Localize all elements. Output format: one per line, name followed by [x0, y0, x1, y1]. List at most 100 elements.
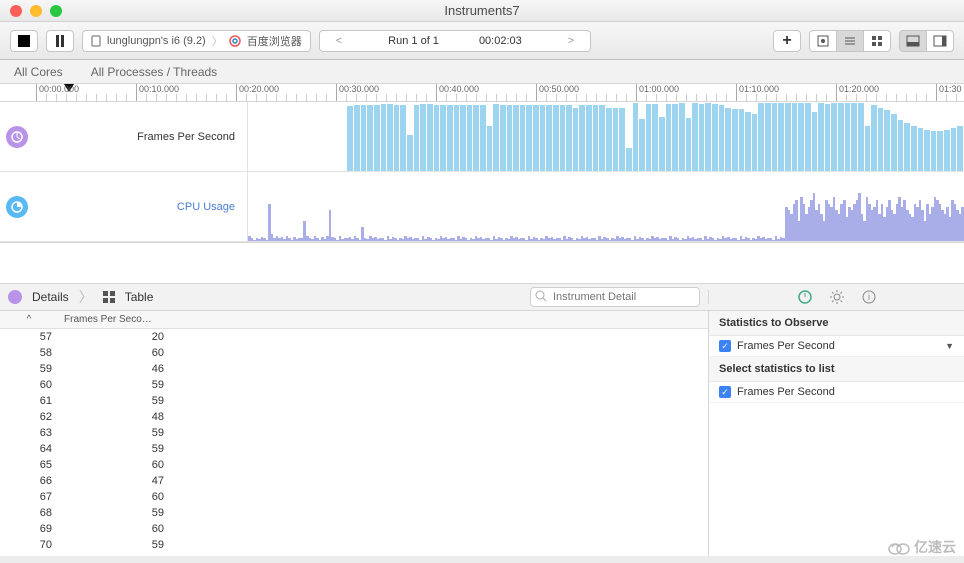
row-index: 60: [0, 379, 58, 391]
prev-run-icon[interactable]: <: [330, 35, 348, 47]
next-run-icon[interactable]: >: [562, 35, 580, 47]
row-value: 46: [58, 363, 170, 375]
observe-fps-row[interactable]: ✓ Frames Per Second ▼: [709, 336, 964, 357]
close-window-button[interactable]: [10, 5, 22, 17]
app-icon: [229, 35, 241, 47]
cores-filter[interactable]: All Cores: [14, 65, 63, 79]
row-value: 59: [58, 379, 170, 391]
view-detail-button[interactable]: [899, 30, 927, 52]
table-row[interactable]: 6359: [0, 425, 708, 441]
ruler-tick: 00:50.000: [536, 84, 579, 101]
checkbox-checked-icon[interactable]: ✓: [719, 386, 731, 398]
view-group: [899, 30, 954, 52]
run-selector[interactable]: < Run 1 of 1 00:02:03 >: [319, 30, 591, 52]
watermark: 亿速云: [888, 537, 956, 557]
track-fps[interactable]: ▶ Frames Per Second: [0, 102, 964, 172]
track-header-cpu[interactable]: CPU Usage: [0, 172, 248, 241]
inspector-pane: Statistics to Observe ✓ Frames Per Secon…: [708, 311, 964, 556]
row-value: 59: [58, 507, 170, 519]
device-label: lunglungpn's i6 (9.2): [107, 35, 206, 47]
table-row[interactable]: 5860: [0, 345, 708, 361]
dropdown-icon[interactable]: ▼: [945, 341, 954, 351]
display-settings-icon[interactable]: [830, 290, 844, 304]
minimize-window-button[interactable]: [30, 5, 42, 17]
table-row[interactable]: 6248: [0, 409, 708, 425]
track-label-fps: Frames Per Second: [137, 131, 235, 143]
tracks-empty-area: [0, 243, 964, 283]
table-header-sort[interactable]: ^: [0, 314, 58, 325]
zoom-window-button[interactable]: [50, 5, 62, 17]
filter-bar: All Cores All Processes / Threads: [0, 60, 964, 84]
bottom-area: ^ Frames Per Seco… 572058605946605961596…: [0, 311, 964, 556]
extended-detail-icon[interactable]: i: [862, 290, 876, 304]
search-input[interactable]: [530, 287, 700, 307]
ruler-tick: 00:40.000: [436, 84, 479, 101]
row-index: 65: [0, 459, 58, 471]
table-row[interactable]: 6159: [0, 393, 708, 409]
inspector-section2-title: Select statistics to list: [709, 357, 964, 382]
ruler-tick: 00:20.000: [236, 84, 279, 101]
table-row[interactable]: 6059: [0, 377, 708, 393]
detail-instrument-icon: [8, 290, 22, 304]
row-value: 47: [58, 475, 170, 487]
row-value: 59: [58, 443, 170, 455]
strategy-threads-button[interactable]: [836, 30, 864, 52]
table-row[interactable]: 6459: [0, 441, 708, 457]
processes-filter[interactable]: All Processes / Threads: [91, 65, 218, 79]
row-index: 64: [0, 443, 58, 455]
table-row[interactable]: 6647: [0, 473, 708, 489]
breadcrumb-sep-icon: 〉: [212, 33, 223, 49]
track-cpu[interactable]: ▶ CPU Usage: [0, 172, 964, 242]
detail-table[interactable]: ^ Frames Per Seco… 572058605946605961596…: [0, 311, 708, 556]
table-header[interactable]: ^ Frames Per Seco…: [0, 311, 708, 329]
search-icon: [535, 290, 547, 302]
pause-button[interactable]: [46, 30, 74, 52]
row-index: 63: [0, 427, 58, 439]
table-row[interactable]: 6560: [0, 457, 708, 473]
table-icon: [103, 291, 115, 303]
row-index: 59: [0, 363, 58, 375]
strategy-cpu-button[interactable]: [809, 30, 837, 52]
strategy-instruments-button[interactable]: [863, 30, 891, 52]
record-button[interactable]: [10, 30, 38, 52]
table-row[interactable]: 5720: [0, 329, 708, 345]
track-graph-fps[interactable]: [248, 102, 964, 171]
add-button[interactable]: +: [773, 30, 801, 52]
strategy-group: [809, 30, 891, 52]
ruler-tick: 01:00.000: [636, 84, 679, 101]
table-row[interactable]: 7059: [0, 537, 708, 553]
titlebar: Instruments7: [0, 0, 964, 22]
row-value: 60: [58, 523, 170, 535]
row-value: 60: [58, 491, 170, 503]
chevron-right-icon: 〉: [79, 287, 93, 307]
window-title: Instruments7: [0, 3, 964, 18]
toolbar: lunglungpn's i6 (9.2) 〉 百度浏览器 < Run 1 of…: [0, 22, 964, 60]
cpu-instrument-icon: [6, 196, 28, 218]
fps-instrument-icon: [6, 126, 28, 148]
checkbox-checked-icon[interactable]: ✓: [719, 340, 731, 352]
row-value: 60: [58, 459, 170, 471]
view-inspector-button[interactable]: [926, 30, 954, 52]
ruler-tick: 00:10.000: [136, 84, 179, 101]
table-row[interactable]: 6859: [0, 505, 708, 521]
details-crumb[interactable]: Details: [32, 290, 69, 304]
table-row[interactable]: 5946: [0, 361, 708, 377]
track-graph-cpu[interactable]: [248, 172, 964, 241]
record-settings-icon[interactable]: [798, 290, 812, 304]
row-value: 48: [58, 411, 170, 423]
ruler-tick: 01:20.000: [836, 84, 879, 101]
row-index: 68: [0, 507, 58, 519]
target-selector[interactable]: lunglungpn's i6 (9.2) 〉 百度浏览器: [82, 30, 311, 52]
app-label: 百度浏览器: [247, 33, 302, 49]
table-header-fps[interactable]: Frames Per Seco…: [58, 314, 708, 325]
table-crumb[interactable]: Table: [125, 290, 154, 304]
table-row[interactable]: 6760: [0, 489, 708, 505]
row-value: 59: [58, 427, 170, 439]
list-fps-row[interactable]: ✓ Frames Per Second: [709, 382, 964, 403]
track-header-fps[interactable]: Frames Per Second: [0, 102, 248, 171]
timeline-ruler[interactable]: 00:00.00000:10.00000:20.00000:30.00000:4…: [0, 84, 964, 102]
row-index: 58: [0, 347, 58, 359]
ruler-tick: 01:10.000: [736, 84, 779, 101]
table-row[interactable]: 6960: [0, 521, 708, 537]
svg-text:i: i: [868, 292, 870, 302]
